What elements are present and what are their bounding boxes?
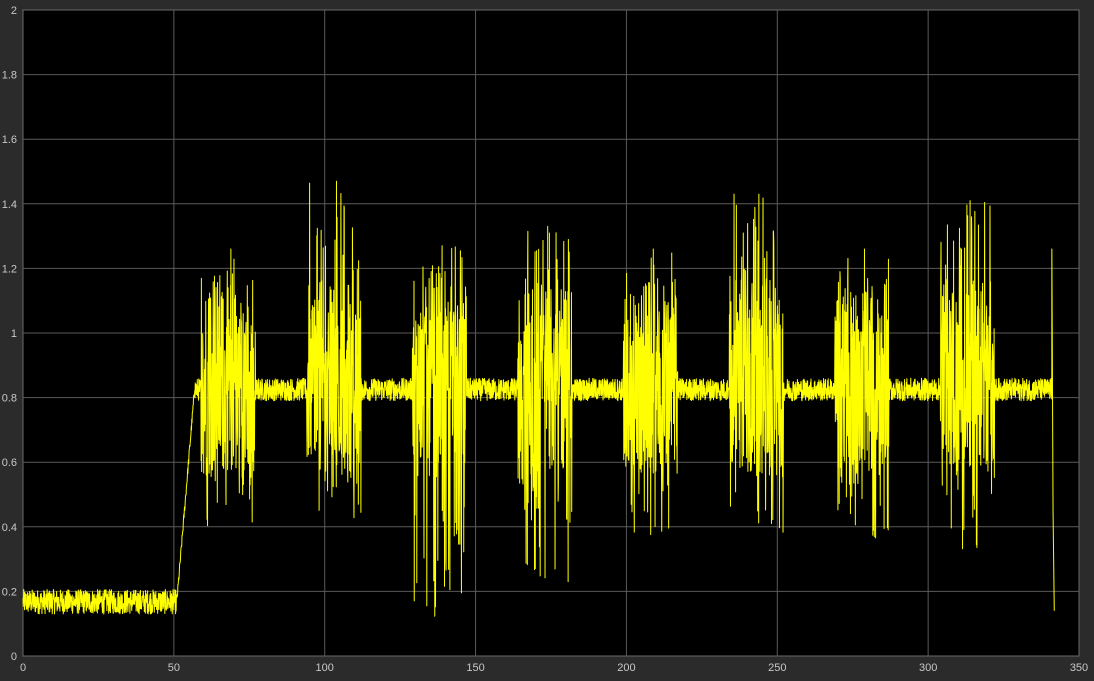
y-tick-label: 0.4 bbox=[2, 522, 17, 534]
x-tick-label: 250 bbox=[768, 662, 786, 674]
y-tick-label: 1.6 bbox=[2, 134, 17, 146]
x-tick-label: 350 bbox=[1070, 662, 1088, 674]
y-axis-ticks: 0 0.2 0.4 0.6 0.8 1 1.2 1.4 1.6 1.8 2 bbox=[2, 5, 17, 663]
x-tick-label: 50 bbox=[168, 662, 180, 674]
y-tick-label: 0 bbox=[11, 651, 17, 663]
x-tick-label: 100 bbox=[316, 662, 334, 674]
x-tick-label: 0 bbox=[20, 662, 26, 674]
y-tick-label: 1 bbox=[11, 328, 17, 340]
x-axis-ticks: 0 50 100 150 200 250 300 350 bbox=[20, 662, 1088, 674]
x-tick-label: 200 bbox=[617, 662, 635, 674]
y-tick-label: 0.6 bbox=[2, 457, 17, 469]
y-tick-label: 0.2 bbox=[2, 586, 17, 598]
x-tick-label: 300 bbox=[919, 662, 937, 674]
y-tick-label: 2 bbox=[11, 5, 17, 17]
y-tick-label: 0.8 bbox=[2, 393, 17, 405]
x-tick-label: 150 bbox=[466, 662, 484, 674]
y-tick-label: 1.4 bbox=[2, 199, 17, 211]
line-chart: 0 50 100 150 200 250 300 350 0 0.2 0.4 0.6 0.8 1 1.2 1… bbox=[2, 5, 1088, 674]
y-tick-label: 1.8 bbox=[2, 70, 17, 82]
y-tick-label: 1.2 bbox=[2, 263, 17, 275]
